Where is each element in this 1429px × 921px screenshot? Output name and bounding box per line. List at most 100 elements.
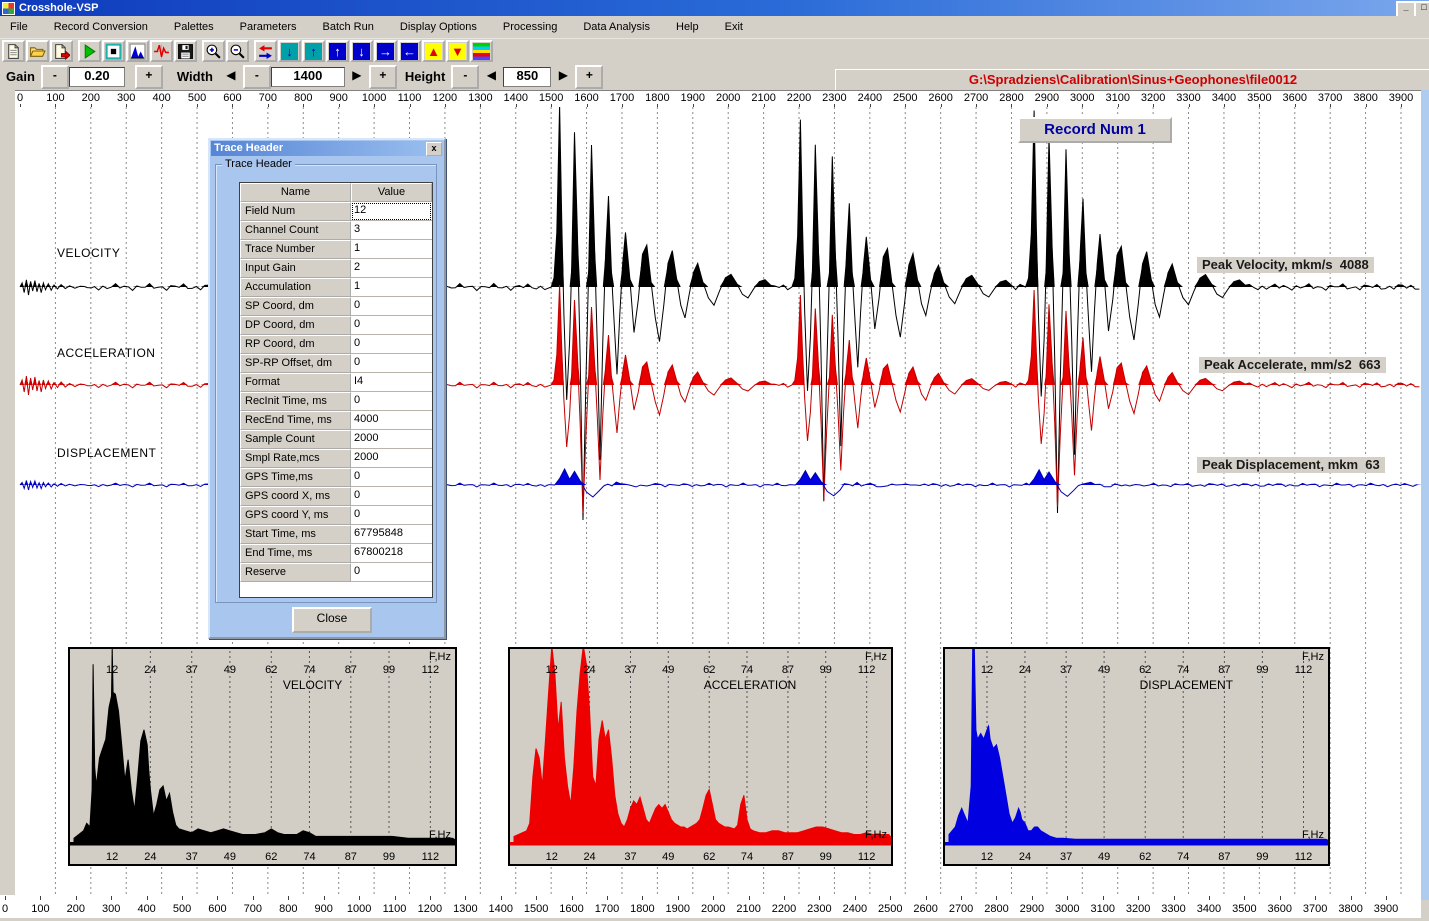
dialog-close-icon[interactable]: x [426, 142, 442, 156]
move-left-button[interactable]: ← [398, 40, 421, 62]
width-field[interactable]: 1400 [271, 67, 345, 87]
move-up-button[interactable]: ↑ [326, 40, 349, 62]
field-value-cell[interactable]: 0 [351, 506, 432, 525]
palette-button[interactable] [470, 40, 493, 62]
freq-tick-label: 24 [583, 851, 595, 863]
stop-button[interactable] [102, 40, 125, 62]
gain-decrease-button[interactable]: - [41, 65, 69, 89]
export-record-button[interactable] [50, 40, 73, 62]
shift-down-button[interactable]: ↓ [278, 40, 301, 62]
field-value-cell[interactable]: 0 [351, 316, 432, 335]
ruler-tick [784, 896, 785, 900]
freq-tick-label: 112 [858, 851, 876, 863]
menu-item-file[interactable]: File [0, 18, 41, 36]
freq-tick-label: 37 [1060, 664, 1072, 676]
zoom-out-button[interactable] [226, 40, 249, 62]
freq-tick-label: 112 [1295, 664, 1313, 676]
ruler-number: 3000 [1070, 92, 1094, 104]
freq-tick-label: 62 [1139, 851, 1151, 863]
open-folder-button[interactable] [26, 40, 49, 62]
field-value-cell[interactable]: 0 [351, 468, 432, 487]
field-value-cell[interactable]: 67795848 [351, 525, 432, 544]
field-name-cell: RecEnd Time, ms [240, 411, 351, 430]
field-name-cell: Trace Number [240, 240, 351, 259]
field-value-cell[interactable]: I4 [351, 373, 432, 392]
table-row: FormatI4 [240, 373, 432, 392]
save-button[interactable] [174, 40, 197, 62]
shift-up-button[interactable]: ↑ [302, 40, 325, 62]
swap-channels-button[interactable] [254, 40, 277, 62]
move-right-button[interactable]: → [374, 40, 397, 62]
height-decrease-button[interactable]: - [451, 65, 479, 89]
menu-item-help[interactable]: Help [663, 18, 712, 36]
menu-item-processing[interactable]: Processing [490, 18, 570, 36]
field-value-cell[interactable]: 4000 [351, 411, 432, 430]
ruler-number: 3100 [1105, 92, 1129, 104]
field-value-cell[interactable]: 12 [351, 202, 432, 221]
menu-item-batch-run[interactable]: Batch Run [310, 18, 387, 36]
zoom-in-button[interactable] [202, 40, 225, 62]
field-value-cell[interactable]: 2000 [351, 449, 432, 468]
field-value-cell[interactable]: 3 [351, 221, 432, 240]
ruler-tick [1103, 896, 1104, 900]
dialog-title-bar[interactable]: Trace Header [211, 141, 443, 156]
field-value-cell[interactable]: 1 [351, 278, 432, 297]
ruler-number: 2800 [984, 903, 1008, 915]
field-value-cell[interactable]: 0 [351, 487, 432, 506]
field-value-cell[interactable]: 2000 [351, 430, 432, 449]
field-name-cell: Sample Count [240, 430, 351, 449]
width-right-button[interactable]: ▶ [345, 67, 369, 87]
waveform-button[interactable] [150, 40, 173, 62]
gain-increase-button[interactable]: + [135, 65, 163, 89]
table-row: GPS Time,ms0 [240, 468, 432, 487]
ruler-number: 2800 [999, 92, 1023, 104]
field-value-cell[interactable]: 67800218 [351, 544, 432, 563]
column-header-value: Value [351, 183, 432, 202]
height-increase-button[interactable]: + [575, 65, 603, 89]
menu-item-parameters[interactable]: Parameters [227, 18, 310, 36]
freq-tick-label: 24 [1019, 851, 1031, 863]
palette-icon [473, 43, 490, 60]
field-value-cell[interactable]: 0 [351, 335, 432, 354]
close-button[interactable]: Close [292, 607, 372, 633]
freq-tick-label: 87 [782, 664, 794, 676]
menu-item-data-analysis[interactable]: Data Analysis [570, 18, 663, 36]
menu-item-display-options[interactable]: Display Options [387, 18, 490, 36]
height-right-button[interactable]: ▶ [551, 67, 575, 87]
field-name-cell: RP Coord, dm [240, 335, 351, 354]
gain-up-button[interactable]: ▲ [422, 40, 445, 62]
height-left-button[interactable]: ◀ [479, 67, 503, 87]
ruler-number: 800 [279, 903, 297, 915]
width-left-button[interactable]: ◀ [219, 67, 243, 87]
gain-field[interactable]: 0.20 [69, 67, 125, 87]
table-row: Channel Count3 [240, 221, 432, 240]
field-value-cell[interactable]: 0 [351, 297, 432, 316]
gain-down-button[interactable]: ▼ [446, 40, 469, 62]
field-value-cell[interactable]: 0 [351, 354, 432, 373]
field-value-cell[interactable]: 0 [351, 392, 432, 411]
file-path-display: G:\Spradziens\Calibration\Sinus+Geophone… [835, 69, 1429, 92]
width-increase-button[interactable]: + [369, 65, 397, 89]
field-value-cell[interactable]: 2 [351, 259, 432, 278]
height-field[interactable]: 850 [503, 67, 551, 87]
freq-axis-label-top: F,Hz [1302, 651, 1324, 663]
field-value-cell[interactable]: 1 [351, 240, 432, 259]
ruler-number: 3300 [1161, 903, 1185, 915]
ruler-number: 2500 [878, 903, 902, 915]
play-button[interactable] [78, 40, 101, 62]
right-border [1421, 90, 1429, 900]
menu-item-record-conversion[interactable]: Record Conversion [41, 18, 161, 36]
ruler-number: 200 [82, 92, 100, 104]
field-value-cell[interactable]: 0 [351, 563, 432, 582]
menu-item-palettes[interactable]: Palettes [161, 18, 227, 36]
new-document-button[interactable] [2, 40, 25, 62]
ruler-tick [288, 896, 289, 900]
width-decrease-button[interactable]: - [243, 65, 271, 89]
ruler-number: 800 [294, 92, 312, 104]
move-down-button[interactable]: ↓ [350, 40, 373, 62]
ruler-tick [855, 896, 856, 900]
histogram-button[interactable] [126, 40, 149, 62]
menu-item-exit[interactable]: Exit [712, 18, 756, 36]
ruler-tick [1032, 896, 1033, 900]
freq-tick-label: 24 [1019, 664, 1031, 676]
